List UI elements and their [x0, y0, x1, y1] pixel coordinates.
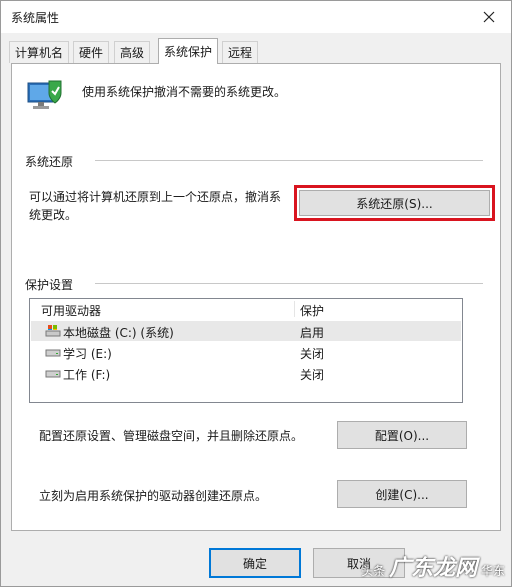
tab-computer-name[interactable]: 计算机名 — [9, 41, 70, 63]
restore-separator — [95, 160, 483, 161]
tab-system-protection[interactable]: 系统保护 — [158, 38, 219, 64]
drive-row-c[interactable]: 本地磁盘 (C:) (系统) 启用 — [31, 321, 461, 341]
list-header: 可用驱动器 保护 — [30, 299, 462, 319]
watermark-brand: 广东龙网 — [389, 556, 478, 581]
tab-panel — [11, 63, 501, 531]
protection-separator — [95, 283, 483, 284]
configure-button[interactable]: 配置(O)... — [337, 421, 467, 449]
system-drive-icon — [45, 325, 61, 340]
tab-remote[interactable]: 远程 — [222, 41, 259, 63]
tab-hardware[interactable]: 硬件 — [73, 41, 110, 63]
drive-icon — [45, 367, 61, 382]
system-restore-button[interactable]: 系统还原(S)... — [299, 190, 490, 216]
intro-text: 使用系统保护撤消不需要的系统更改。 — [82, 85, 287, 99]
watermark: 头条 广东龙网 华东 — [361, 550, 505, 582]
system-properties-window: 系统属性 计算机名 硬件 高级 系统保护 远程 使用系统保护撤消不需要的系统更改… — [0, 0, 512, 587]
drive-name: 本地磁盘 (C:) (系统) — [63, 326, 174, 340]
drive-name: 工作 (F:) — [63, 368, 111, 382]
drive-row-e[interactable]: 学习 (E:) 关闭 — [31, 342, 461, 362]
configure-description: 配置还原设置、管理磁盘空间，并且删除还原点。 — [39, 429, 304, 443]
drive-row-f[interactable]: 工作 (F:) 关闭 — [31, 363, 461, 383]
drive-status: 启用 — [300, 326, 325, 340]
restore-desc-line2: 统更改。 — [29, 208, 78, 222]
drive-status: 关闭 — [300, 368, 325, 382]
create-description: 立刻为启用系统保护的驱动器创建还原点。 — [39, 489, 268, 503]
watermark-suffix: 华东 — [480, 564, 505, 578]
ok-button[interactable]: 确定 — [209, 548, 301, 578]
drive-name: 学习 (E:) — [63, 347, 112, 361]
restore-desc-line1: 可以通过将计算机还原到上一个还原点，撤消系 — [29, 190, 282, 204]
system-protection-icon — [25, 75, 65, 118]
title-bar: 系统属性 — [1, 1, 511, 33]
column-header-drive[interactable]: 可用驱动器 — [41, 302, 101, 319]
watermark-prefix: 头条 — [361, 564, 386, 578]
restore-heading: 系统还原 — [25, 155, 74, 169]
close-icon — [483, 11, 495, 23]
create-button[interactable]: 创建(C)... — [337, 480, 467, 508]
tab-advanced[interactable]: 高级 — [114, 41, 151, 63]
drives-list[interactable]: 可用驱动器 保护 本地磁盘 (C:) (系统) 启用 学习 (E:) 关闭 工作… — [29, 298, 463, 403]
protection-heading: 保护设置 — [25, 278, 74, 292]
drive-icon — [45, 346, 61, 361]
drive-status: 关闭 — [300, 347, 325, 361]
column-header-protection[interactable]: 保护 — [300, 302, 324, 319]
window-title: 系统属性 — [11, 11, 60, 25]
close-button[interactable] — [467, 1, 511, 33]
